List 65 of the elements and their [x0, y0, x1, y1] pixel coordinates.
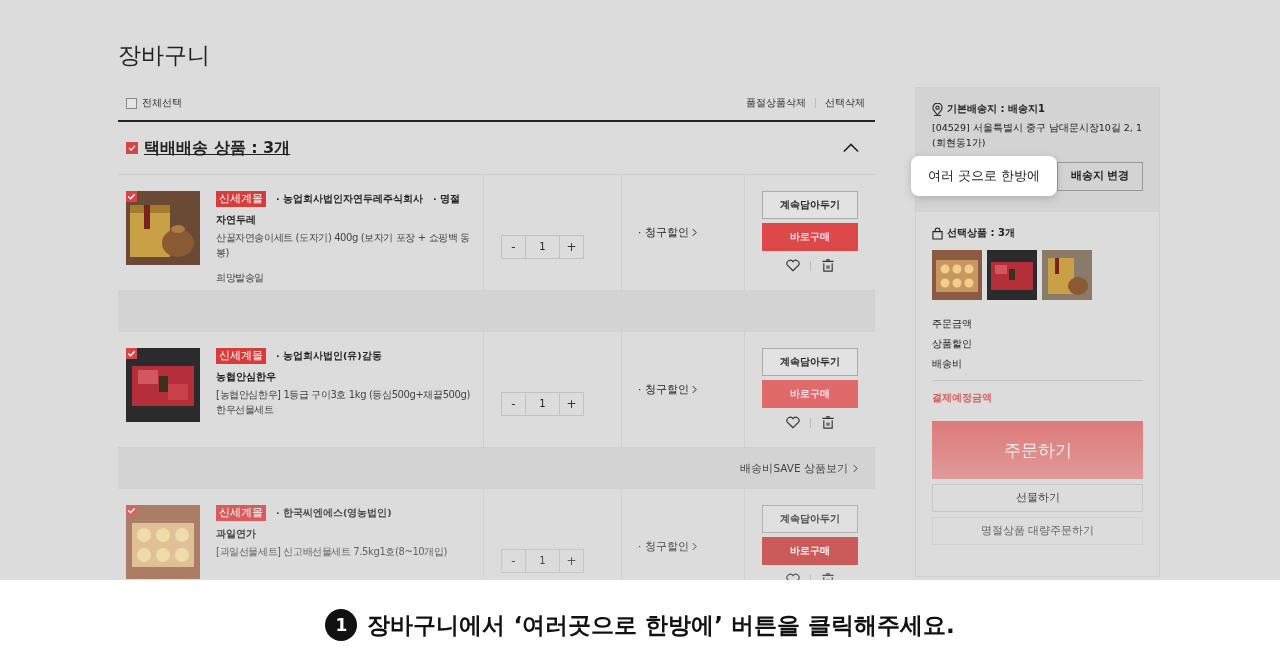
seller-name: · 명절 — [432, 192, 460, 206]
discount-link[interactable]: · 청구할인 — [638, 382, 689, 397]
decrease-button[interactable]: - — [502, 549, 525, 572]
seller-name: · 농업회사법인자연두레주식회사 — [276, 192, 423, 206]
discount-link[interactable]: · 청구할인 — [638, 539, 689, 554]
group-title: 택배배송 상품 : 3개 — [144, 137, 292, 159]
increase-button[interactable]: + — [560, 235, 583, 258]
chevron-icon — [691, 542, 697, 551]
gift-button[interactable]: 선물하기 — [932, 484, 1143, 513]
heart-icon[interactable] — [785, 259, 800, 272]
chevron-icon — [691, 385, 697, 394]
product-option: 산꿀자연송이세트 (도자기) 400g (보자기 포장 + 쇼핑백 동봉) — [216, 230, 475, 260]
total-label: 결제예정금액 — [932, 391, 993, 406]
shopping-bag-icon — [932, 226, 943, 240]
product-name: 농협안심한우 — [216, 370, 277, 384]
trash-icon[interactable] — [820, 259, 835, 272]
summary-label: 주문금액 — [932, 317, 973, 332]
heart-icon[interactable] — [785, 416, 800, 429]
increase-button[interactable]: + — [560, 549, 583, 572]
location-pin-icon — [932, 102, 943, 116]
keep-button[interactable]: 계속담아두기 — [762, 505, 858, 533]
summary-label: 배송비 — [932, 357, 963, 372]
quantity-field[interactable]: 1 — [525, 392, 560, 415]
chevron-icon — [691, 228, 697, 237]
keep-button[interactable]: 계속담아두기 — [762, 348, 858, 376]
seller-name: · 한국씨엔에스(영농법인) — [276, 506, 392, 520]
increase-button[interactable]: + — [560, 392, 583, 415]
discount-link[interactable]: · 청구할인 — [638, 225, 689, 240]
trash-icon[interactable] — [820, 416, 835, 429]
delete-link[interactable]: 품절상품삭제 — [746, 96, 806, 110]
store-badge: 신세계몰 — [216, 348, 266, 364]
keep-button[interactable]: 계속담아두기 — [762, 191, 858, 219]
buy-button[interactable]: 바로구매 — [762, 537, 858, 565]
ship-date-label: 희망발송일 — [216, 271, 265, 285]
select-all-label: 전체선택 — [142, 96, 182, 110]
product-name: 자연두레 — [216, 213, 257, 227]
checkbox[interactable] — [126, 142, 138, 154]
chevron-icon — [853, 464, 858, 473]
decrease-button[interactable]: - — [502, 392, 525, 415]
change-address-button[interactable]: 배송지 변경 — [1057, 161, 1143, 191]
product-option: [과일선물세트] 신고배선물세트 7.5kg1호(8~10개입) — [216, 544, 448, 559]
seller-name: · 농업회사법인(유)감동 — [276, 349, 382, 363]
summary-label: 상품할인 — [932, 337, 973, 352]
selected-count: 선택상품 : 3개 — [947, 226, 1015, 241]
decrease-button[interactable]: - — [502, 235, 525, 258]
delete-link[interactable]: 선택삭제 — [825, 96, 865, 110]
address-title: 기본배송지 : 배송지1 — [947, 102, 1045, 116]
quantity-field[interactable]: 1 — [525, 549, 560, 572]
step-number: 1 — [325, 609, 358, 641]
checkbox[interactable] — [126, 505, 137, 516]
page-title: 장바구니 — [118, 41, 211, 70]
checkbox[interactable] — [126, 348, 137, 359]
checkbox[interactable] — [126, 191, 137, 202]
bulk-order-button[interactable]: 명절상품 대량주문하기 — [932, 517, 1143, 546]
product-option: [농협안심한우] 1등급 구이3호 1kg (등심500g+채끝500g) 한우선물세트 — [216, 387, 475, 417]
quantity-field[interactable]: 1 — [525, 235, 560, 258]
product-name: 과일연가 — [216, 527, 257, 541]
store-badge: 신세계몰 — [216, 191, 266, 207]
save-link[interactable]: 배송비SAVE 상품보기 — [740, 461, 848, 476]
collapse-icon[interactable] — [843, 143, 859, 153]
address-text: [04529] 서울특별시 중구 남대문시장10길 2, 1 (회현동1가) — [932, 121, 1143, 151]
multi-address-button[interactable]: 여러 곳으로 한방에 — [911, 156, 1057, 197]
store-badge: 신세계몰 — [216, 505, 266, 521]
checkbox[interactable] — [126, 97, 137, 109]
instruction-text: 장바구니에서 ‘여러곳으로 한방에’ 버튼을 클릭해주세요. — [367, 610, 955, 640]
